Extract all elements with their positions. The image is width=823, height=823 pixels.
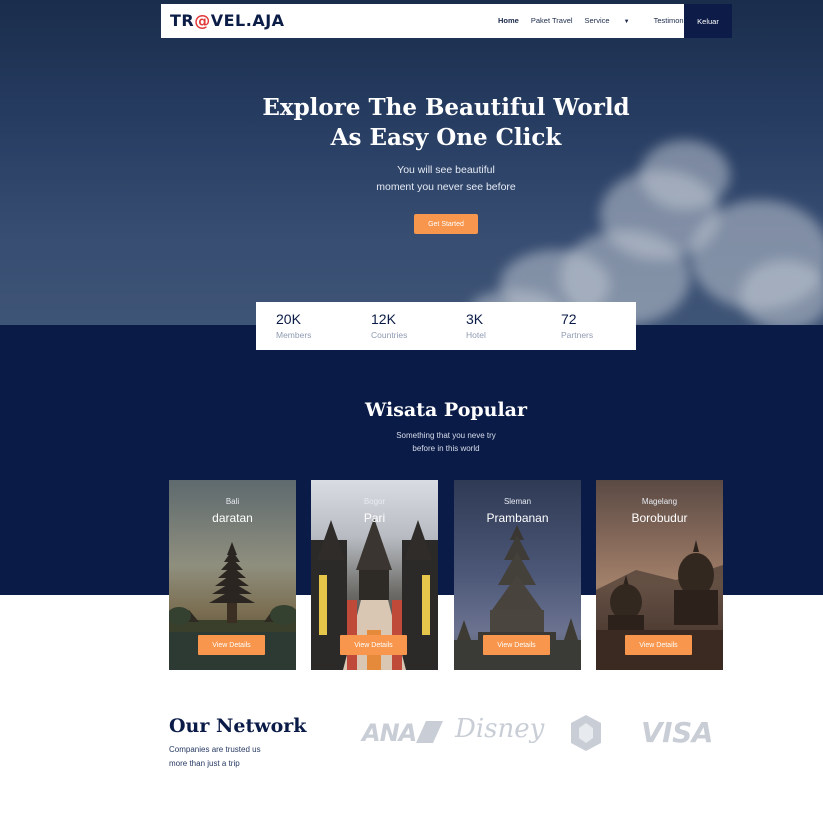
destination-card-bali[interactable]: Bali daratan View Details xyxy=(169,480,296,670)
nav-service-label: Service xyxy=(584,16,610,25)
popular-title: Wisata Popular xyxy=(364,399,528,421)
navbar: TR@VEL.AJA Home Paket Travel Service ▼ T… xyxy=(161,4,732,38)
stat-hotel: 3K Hotel xyxy=(466,311,486,341)
network-subtitle-line2: more than just a trip xyxy=(169,759,240,768)
card-name: Prambanan xyxy=(486,511,549,525)
card-name: Pari xyxy=(363,511,386,525)
nav-service[interactable]: Service ▼ xyxy=(585,16,642,25)
view-details-button[interactable]: View Details xyxy=(198,635,265,655)
hero-subtitle-line2: moment you never see before xyxy=(376,181,516,193)
stat-value: 72 xyxy=(561,311,577,327)
hero-subtitle-line1: You will see beautiful xyxy=(397,164,495,176)
stat-label: Partners xyxy=(561,330,594,340)
partner-logo-ana: ANA xyxy=(362,719,417,747)
card-name: daratan xyxy=(212,511,253,525)
stat-label: Countries xyxy=(371,330,408,340)
stat-countries: 12K Countries xyxy=(371,311,407,341)
stat-partners: 72 Partners xyxy=(561,311,593,341)
destination-card-bogor[interactable]: Bogor Pari View Details xyxy=(311,480,438,670)
stat-members: 20K Members xyxy=(276,311,311,341)
stat-value: 20K xyxy=(276,311,301,327)
brand-logo[interactable]: TR@VEL.AJA xyxy=(170,11,285,30)
hero-subtitle: You will see beautiful moment you never … xyxy=(0,162,823,196)
nav-links: Home Paket Travel Service ▼ Testimonial xyxy=(498,16,703,25)
nav-home[interactable]: Home xyxy=(498,16,519,25)
stats-bar: 20K Members 12K Countries 3K Hotel 72 Pa… xyxy=(256,302,636,350)
card-name: Borobudur xyxy=(631,511,688,525)
get-started-button[interactable]: Get Started xyxy=(414,214,478,234)
hero-title: Explore The Beautiful World As Easy One … xyxy=(0,93,823,153)
logo-text-prefix: TR xyxy=(170,11,195,30)
card-city: Bali xyxy=(225,497,240,506)
card-city: Magelang xyxy=(641,497,678,506)
view-details-button[interactable]: View Details xyxy=(483,635,550,655)
hero-title-line2: As Easy One Click xyxy=(330,124,562,151)
logo-text-suffix: VEL.AJA xyxy=(210,11,285,30)
popular-subtitle-line1: Something that you neve try xyxy=(396,431,496,440)
view-details-button[interactable]: View Details xyxy=(340,635,407,655)
hero-section: TR@VEL.AJA Home Paket Travel Service ▼ T… xyxy=(0,0,823,325)
hero-title-line1: Explore The Beautiful World xyxy=(262,94,630,121)
popular-subtitle-line2: before in this world xyxy=(412,444,480,453)
popular-subtitle: Something that you neve try before in th… xyxy=(0,429,823,455)
destination-card-sleman[interactable]: Sleman Prambanan View Details xyxy=(454,480,581,670)
network-subtitle: Companies are trusted us more than just … xyxy=(169,743,261,771)
view-details-button[interactable]: View Details xyxy=(625,635,692,655)
network-title: Our Network xyxy=(169,715,307,737)
caret-down-icon: ▼ xyxy=(623,19,630,25)
stat-value: 12K xyxy=(371,311,396,327)
ana-slash-icon xyxy=(416,721,443,743)
destination-card-magelang[interactable]: Magelang Borobudur View Details xyxy=(596,480,723,670)
stat-label: Members xyxy=(276,330,312,340)
partner-logo-visa: VISA xyxy=(641,716,713,749)
partner-logo-disney: Disney xyxy=(455,714,545,744)
stat-label: Hotel xyxy=(466,330,486,340)
nav-paket-travel[interactable]: Paket Travel xyxy=(531,16,573,25)
logout-button[interactable]: Keluar xyxy=(684,4,732,38)
network-subtitle-line1: Companies are trusted us xyxy=(169,745,261,754)
logo-at-symbol: @ xyxy=(194,11,211,30)
stat-value: 3K xyxy=(466,311,484,327)
shield-logo-icon xyxy=(571,715,601,751)
card-city: Bogor xyxy=(363,497,386,506)
card-city: Sleman xyxy=(503,497,532,506)
